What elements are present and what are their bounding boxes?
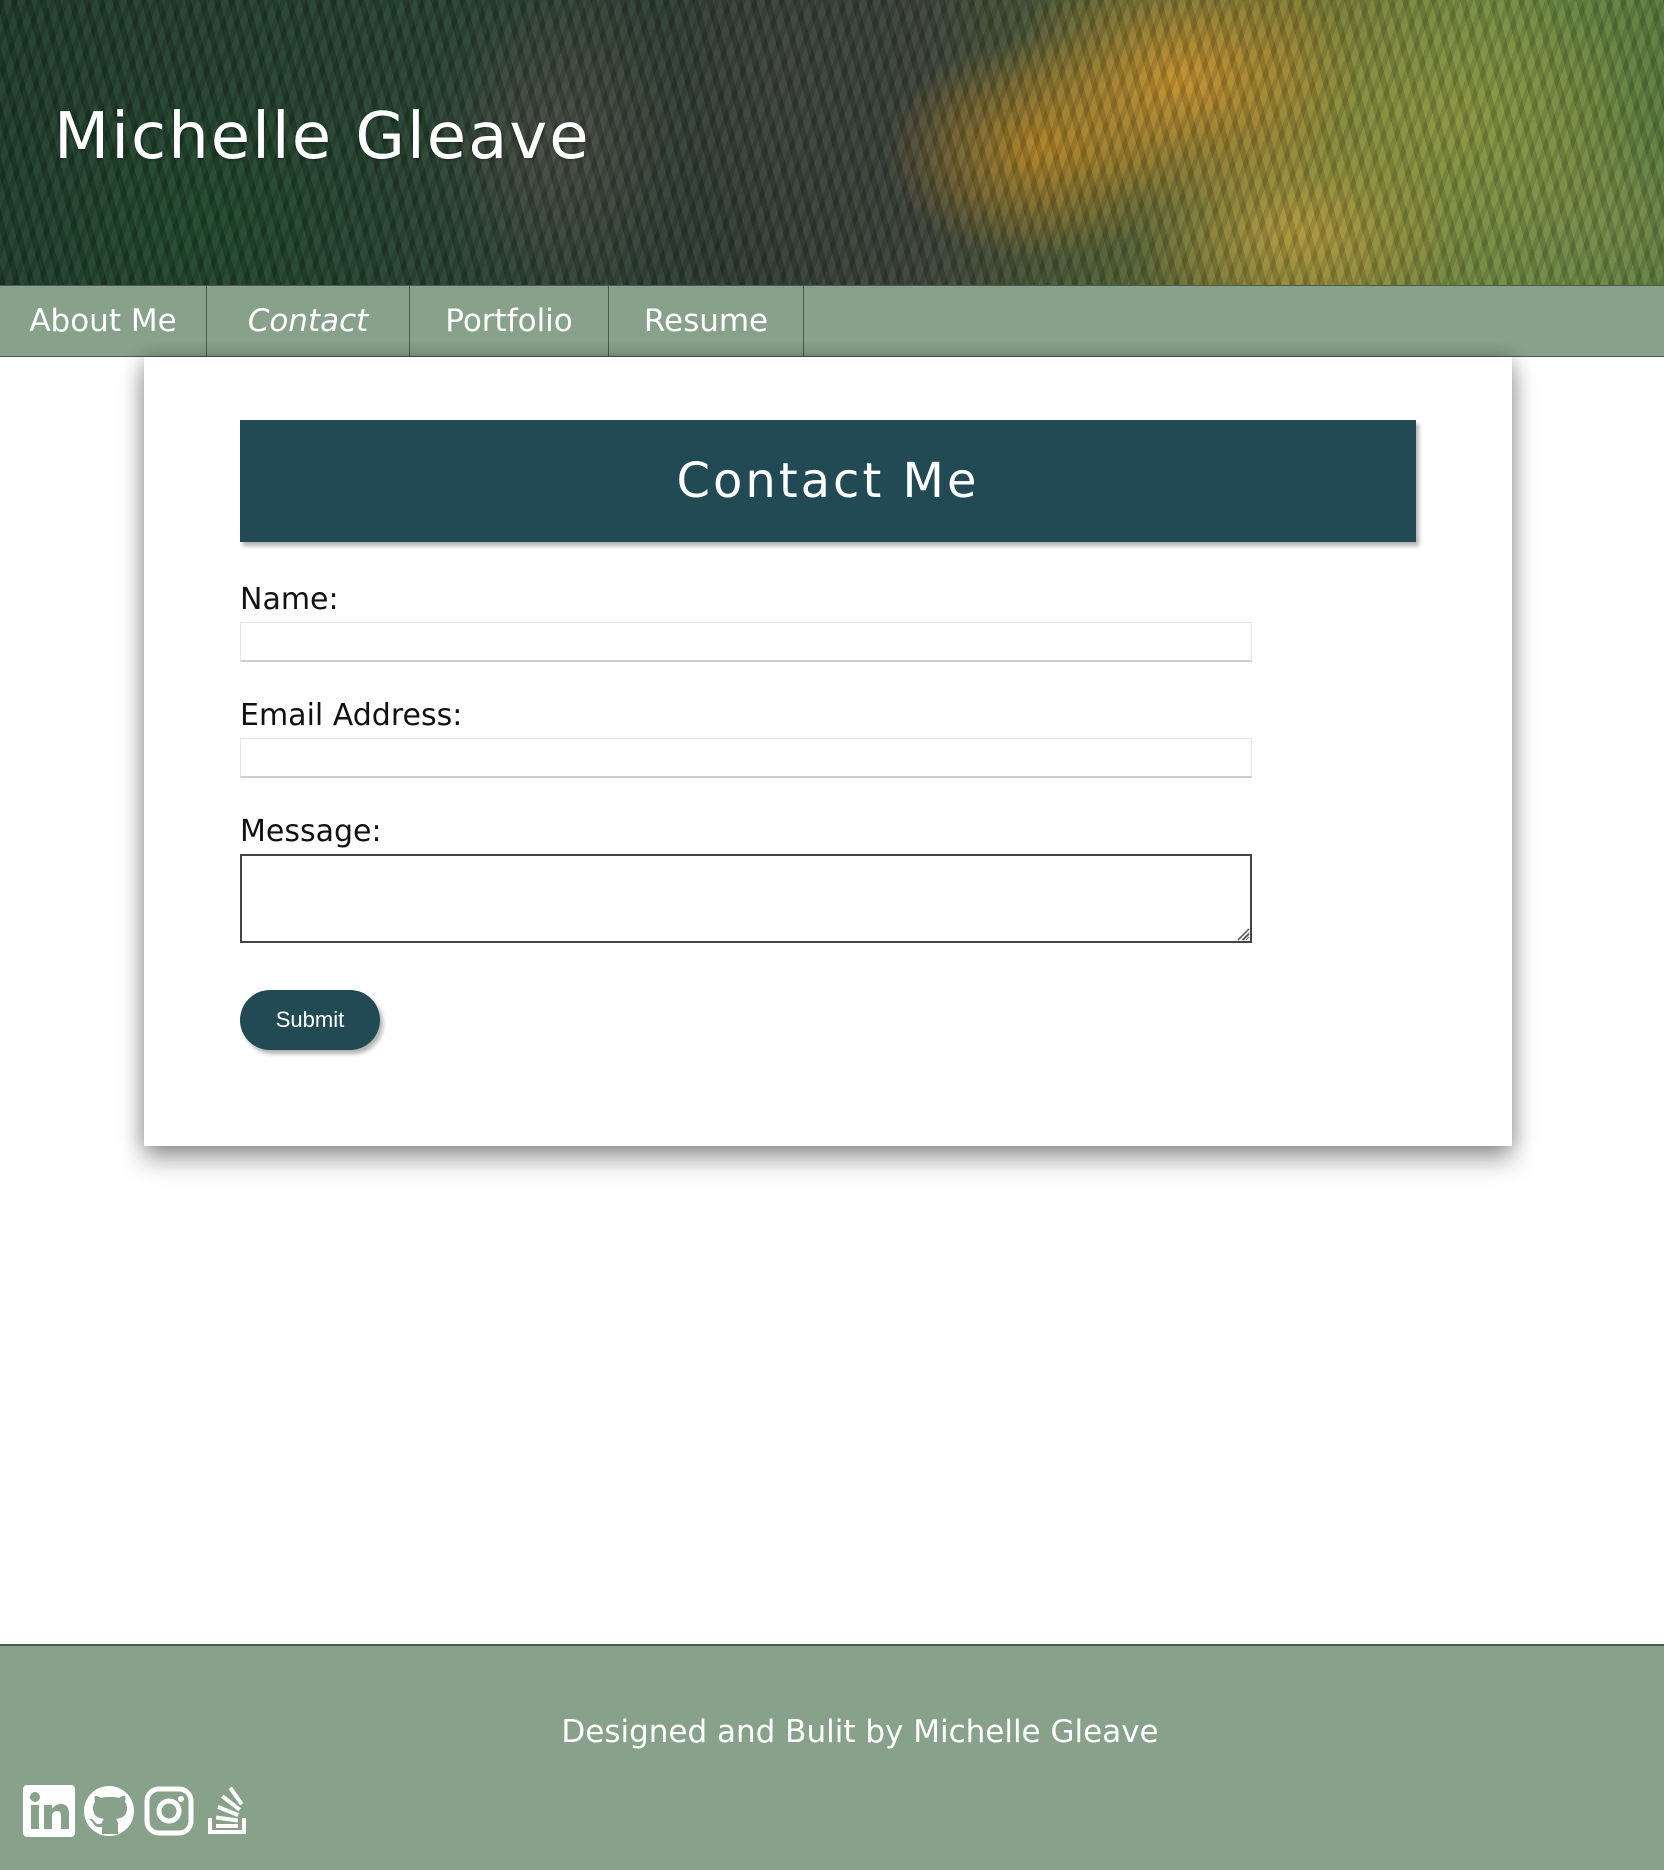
nav-item-portfolio[interactable]: Portfolio [410,286,609,356]
nav-item-contact[interactable]: Contact [207,286,410,356]
email-label: Email Address: [240,698,463,733]
instagram-icon[interactable] [142,1784,196,1838]
contact-heading: Contact Me [240,420,1416,542]
name-input[interactable] [240,622,1252,662]
social-links [22,1784,256,1838]
contact-card: Contact Me Name: Email Address: Message:… [144,357,1512,1146]
footer: Designed and Bulit by Michelle Gleave [0,1644,1664,1870]
github-icon[interactable] [82,1784,136,1838]
linkedin-icon[interactable] [22,1784,76,1838]
nav-item-resume[interactable]: Resume [609,286,804,356]
stack-overflow-icon[interactable] [202,1784,256,1838]
header-banner: Michelle Gleave [0,0,1664,285]
main-nav: About Me Contact Portfolio Resume [0,285,1664,357]
email-input[interactable] [240,738,1252,778]
message-label: Message: [240,814,382,849]
site-title: Michelle Gleave [54,100,591,174]
submit-button[interactable]: Submit [240,990,380,1050]
name-label: Name: [240,582,339,617]
message-textarea[interactable] [240,854,1252,943]
footer-credit: Designed and Bulit by Michelle Gleave [561,1714,1159,1750]
resize-handle-icon[interactable] [1236,927,1250,941]
nav-item-about-me[interactable]: About Me [0,286,207,356]
